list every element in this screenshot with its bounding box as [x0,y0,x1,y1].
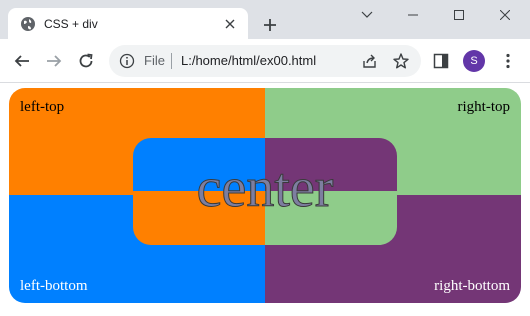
share-icon[interactable] [361,52,379,70]
label-left-bottom: left-bottom [20,278,88,294]
info-icon[interactable] [119,53,135,69]
forward-arrow-icon[interactable] [42,49,66,73]
chevron-down-icon[interactable] [344,0,390,30]
title-bar: CSS + div [0,0,530,39]
close-tab-icon[interactable] [222,16,238,32]
quadrant-container: left-top right-top left-bottom right-bot… [9,88,521,303]
new-tab-icon[interactable] [258,13,282,37]
tab-title: CSS + div [44,17,98,31]
address-bar[interactable]: File L:/home/html/ex00.html [109,45,421,77]
scheme-label: File [144,53,165,68]
active-tab[interactable]: CSS + div [8,8,248,39]
close-icon[interactable] [482,0,528,30]
kebab-menu-icon[interactable] [498,51,518,71]
toolbar: File L:/home/html/ex00.html S [0,39,530,83]
center-box: center [133,138,397,245]
label-right-bottom: right-bottom [434,278,510,294]
reload-icon[interactable] [74,49,98,73]
avatar[interactable]: S [463,50,485,72]
back-arrow-icon[interactable] [10,49,34,73]
side-panel-icon[interactable] [431,51,451,71]
bookmark-star-icon[interactable] [392,52,410,70]
label-right-top: right-top [457,99,511,115]
url-text[interactable]: L:/home/html/ex00.html [181,53,316,69]
maximize-icon[interactable] [436,0,482,30]
globe-icon [20,16,36,32]
omnibox-divider [171,53,172,69]
minimize-icon[interactable] [390,0,436,30]
page-viewport: left-top right-top left-bottom right-bot… [0,84,530,316]
label-left-top: left-top [20,99,65,115]
center-text: center [196,156,334,219]
